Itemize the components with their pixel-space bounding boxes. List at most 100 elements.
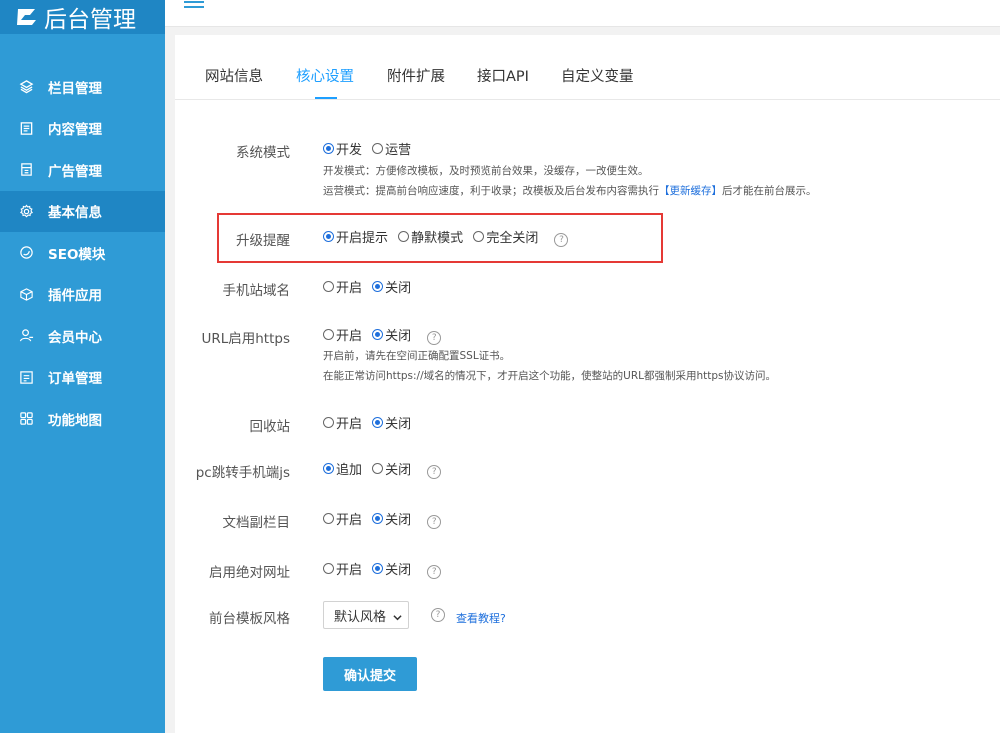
radio-recycle-off[interactable]: 关闭 (372, 413, 411, 432)
note-text: 后才能在前台展示。 (722, 185, 817, 197)
option-label: 运营 (385, 143, 412, 158)
settings-panel: 网站信息 核心设置 附件扩展 接口API 自定义变量 系统模式 开发 运营 开发… (175, 35, 1000, 733)
option-label: 关闭 (385, 281, 412, 296)
absolute-url-options: 开启 关闭 ? (323, 559, 442, 579)
radio-unchecked-icon (372, 143, 384, 154)
note-https-force: 在能正常访问https://域名的情况下，才开启这个功能，使整站的URL都强制采… (323, 370, 776, 382)
logo-text: 后台管理 (44, 7, 136, 33)
option-label: 关闭 (385, 463, 412, 478)
sidebar-item-label: 会员中心 (48, 329, 102, 346)
option-label: 开发 (336, 143, 363, 158)
tab-bar: 网站信息 核心设置 附件扩展 接口API 自定义变量 (175, 65, 1000, 100)
option-label: 开启 (336, 513, 363, 528)
select-value: 默认风格 (334, 609, 387, 625)
recycle-options: 开启 关闭 (323, 413, 417, 432)
label-recycle-bin: 回收站 (249, 419, 291, 435)
sidebar-item-ads[interactable]: 广告管理 (0, 149, 165, 191)
radio-unchecked-icon (323, 563, 334, 574)
sidebar-item-label: 栏目管理 (48, 80, 102, 97)
radio-https-on[interactable]: 开启 (323, 325, 362, 344)
sidebar-item-label: 订单管理 (48, 371, 102, 388)
radio-unchecked-icon (372, 463, 384, 474)
radio-absolute-url-off[interactable]: 关闭 (372, 559, 411, 578)
radio-system-mode-prod[interactable]: 运营 (372, 139, 411, 158)
sidebar-item-content[interactable]: 内容管理 (0, 108, 165, 150)
radio-checked-icon (372, 417, 384, 428)
sidebar-item-plugins[interactable]: 插件应用 (0, 274, 165, 316)
logo-z-icon (16, 6, 38, 28)
help-icon[interactable]: ? (427, 331, 442, 345)
tutorial-link[interactable]: 查看教程? (456, 610, 506, 626)
highlight-box (217, 213, 663, 263)
tab-custom-vars[interactable]: 自定义变量 (561, 65, 634, 86)
sidebar-item-seo[interactable]: SEO模块 (0, 232, 165, 274)
help-icon[interactable]: ? (427, 515, 442, 529)
tab-site-info[interactable]: 网站信息 (205, 65, 263, 86)
sidebar-item-columns[interactable]: 栏目管理 (0, 66, 165, 108)
confirm-submit-button[interactable]: 确认提交 (323, 657, 417, 691)
seo-icon (19, 245, 34, 260)
sidebar-item-label: 功能地图 (48, 412, 102, 429)
radio-checked-icon (323, 143, 334, 154)
label-https: URL启用https (201, 331, 290, 347)
tab-attachment-ext[interactable]: 附件扩展 (387, 65, 445, 86)
sidebar-item-label: 内容管理 (48, 122, 102, 139)
update-cache-link[interactable]: 【更新缓存】 (659, 185, 722, 197)
radio-unchecked-icon (323, 281, 334, 292)
note-prod-mode: 运营模式：提高前台响应速度，利于收录；改模板及后台发布内容需执行【更新缓存】后才… (323, 183, 817, 198)
radio-sub-column-on[interactable]: 开启 (323, 509, 362, 528)
ad-icon (19, 162, 34, 177)
sidebar-item-label: 基本信息 (48, 205, 102, 222)
template-style-select[interactable]: 默认风格 (323, 601, 409, 629)
tab-api[interactable]: 接口API (477, 65, 529, 86)
radio-recycle-on[interactable]: 开启 (323, 413, 362, 432)
gear-icon (19, 204, 34, 219)
option-label: 关闭 (385, 417, 412, 432)
radio-sub-column-off[interactable]: 关闭 (372, 509, 411, 528)
chevron-down-icon (393, 611, 402, 621)
logo[interactable]: 后台管理 (0, 0, 165, 34)
note-dev-mode: 开发模式：方便修改模板，及时预览前台效果，没缓存，一改便生效。 (323, 165, 649, 177)
sidebar-item-label: 插件应用 (48, 288, 102, 305)
label-template-style: 前台模板风格 (209, 611, 290, 627)
radio-checked-icon (323, 463, 334, 474)
radio-checked-icon (372, 329, 384, 340)
radio-pc-redirect-append[interactable]: 追加 (323, 459, 362, 478)
radio-checked-icon (372, 513, 384, 524)
menu-toggle-icon[interactable] (184, 1, 204, 9)
radio-checked-icon (372, 281, 384, 292)
help-icon[interactable]: ? (427, 565, 442, 579)
option-label: 追加 (336, 463, 363, 478)
top-bar (165, 0, 1000, 27)
radio-pc-redirect-off[interactable]: 关闭 (372, 459, 411, 478)
radio-mobile-domain-off[interactable]: 关闭 (372, 277, 411, 296)
option-label: 开启 (336, 281, 363, 296)
sidebar-item-feature-map[interactable]: 功能地图 (0, 398, 165, 440)
radio-absolute-url-on[interactable]: 开启 (323, 559, 362, 578)
help-icon[interactable]: ? (431, 608, 445, 622)
label-mobile-domain: 手机站域名 (222, 283, 291, 299)
label-pc-redirect: pc跳转手机端js (195, 465, 290, 481)
tab-core-settings[interactable]: 核心设置 (296, 65, 354, 86)
user-icon (19, 328, 34, 343)
option-label: 关闭 (385, 513, 412, 528)
label-absolute-url: 启用绝对网址 (209, 565, 290, 581)
label-system-mode: 系统模式 (236, 145, 290, 161)
option-label: 关闭 (385, 563, 412, 578)
radio-system-mode-dev[interactable]: 开发 (323, 139, 362, 158)
option-label: 开启 (336, 329, 363, 344)
radio-mobile-domain-on[interactable]: 开启 (323, 277, 362, 296)
sidebar-menu: 栏目管理 内容管理 广告管理 基本信息 SEO模块 插件应用 会员中心 订单管理… (0, 66, 165, 440)
radio-https-off[interactable]: 关闭 (372, 325, 411, 344)
sidebar-item-label: SEO模块 (48, 246, 106, 263)
sidebar-item-basic-info[interactable]: 基本信息 (0, 190, 165, 232)
pc-redirect-options: 追加 关闭 ? (323, 459, 442, 479)
sidebar-item-label: 广告管理 (48, 163, 102, 180)
system-mode-options: 开发 运营 (323, 139, 417, 158)
help-icon[interactable]: ? (427, 465, 442, 479)
plugin-icon (19, 287, 34, 302)
sidebar-item-orders[interactable]: 订单管理 (0, 357, 165, 399)
option-label: 开启 (336, 563, 363, 578)
radio-unchecked-icon (323, 513, 334, 524)
sidebar-item-members[interactable]: 会员中心 (0, 315, 165, 357)
